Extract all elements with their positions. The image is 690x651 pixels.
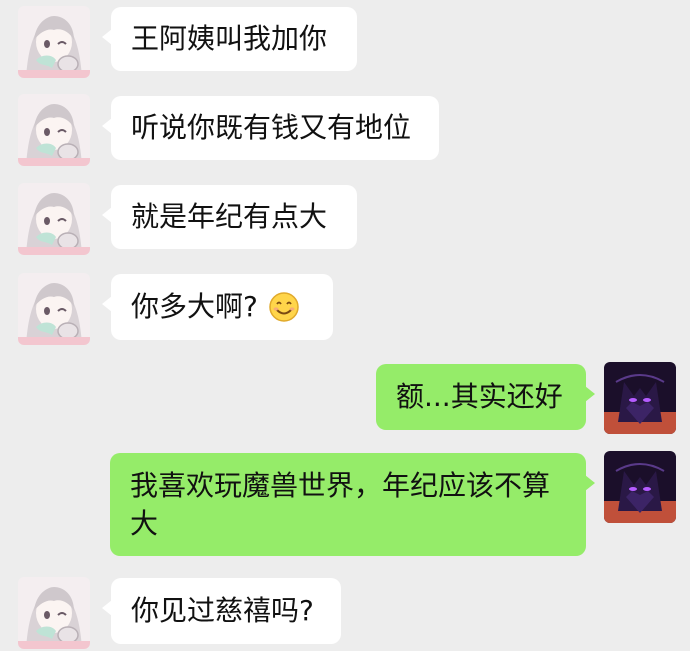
message-bubble[interactable]: 听说你既有钱又有地位 xyxy=(102,96,439,160)
chat-window: 王阿姨叫我加你 听说你既有钱又有地位 就是年纪有点大 你多大啊? 额...其实还… xyxy=(0,0,690,651)
message-text: 听说你既有钱又有地位 xyxy=(131,111,412,144)
message-bubble[interactable]: 我喜欢玩魔兽世界，年纪应该不算大 xyxy=(110,453,595,556)
dark-wolf-avatar-icon[interactable] xyxy=(604,362,676,434)
message-text: 你多大啊? xyxy=(131,290,258,323)
smiling-face-emoji-icon xyxy=(269,292,299,322)
message-text: 就是年纪有点大 xyxy=(131,200,328,233)
message-text: 王阿姨叫我加你 xyxy=(131,22,328,55)
message-bubble[interactable]: 额...其实还好 xyxy=(376,364,595,430)
anime-girl-avatar-icon[interactable] xyxy=(18,6,90,78)
anime-girl-avatar-icon[interactable] xyxy=(18,577,90,649)
message-bubble[interactable]: 你见过慈禧吗? xyxy=(102,578,341,644)
dark-wolf-avatar-icon[interactable] xyxy=(604,451,676,523)
message-bubble[interactable]: 就是年纪有点大 xyxy=(102,185,357,249)
anime-girl-avatar-icon[interactable] xyxy=(18,183,90,255)
message-text: 额...其实还好 xyxy=(396,380,563,413)
message-bubble[interactable]: 你多大啊? xyxy=(102,274,333,340)
message-bubble[interactable]: 王阿姨叫我加你 xyxy=(102,7,357,71)
anime-girl-avatar-icon[interactable] xyxy=(18,273,90,345)
anime-girl-avatar-icon[interactable] xyxy=(18,94,90,166)
message-text: 你见过慈禧吗? xyxy=(131,594,314,627)
message-text: 我喜欢玩魔兽世界，年纪应该不算大 xyxy=(130,469,551,540)
